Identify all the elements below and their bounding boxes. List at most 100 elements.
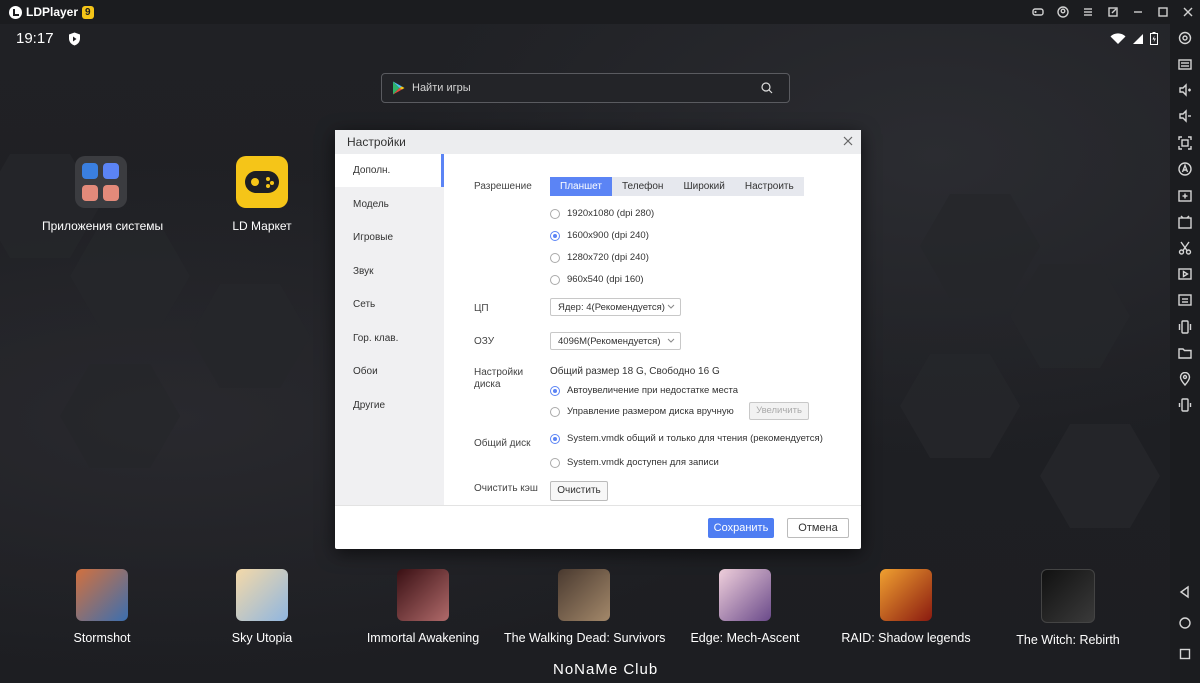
app-label: Sky Utopia	[231, 631, 293, 645]
resolution-option[interactable]: 1920x1080 (dpi 280)	[550, 208, 654, 219]
tab-phone[interactable]: Телефон	[612, 177, 673, 196]
background-hexagon	[1040, 424, 1160, 528]
screenshot-icon[interactable]	[1177, 135, 1193, 151]
volume-up-icon[interactable]	[1177, 82, 1193, 98]
resolution-option[interactable]: 1280x720 (dpi 240)	[550, 252, 649, 263]
location-icon[interactable]	[1177, 371, 1193, 387]
disk-auto-option[interactable]: Автоувеличение при недостатке места	[550, 385, 738, 396]
nav-item-game[interactable]: Игровые	[335, 221, 444, 254]
shield-icon	[69, 32, 80, 46]
nav-item-network[interactable]: Сеть	[335, 288, 444, 321]
radio-button[interactable]	[550, 252, 560, 263]
folder-icon[interactable]	[1177, 345, 1193, 361]
status-icons	[1110, 32, 1158, 45]
dock-app-witch-rebirth[interactable]: The Witch: Rebirth	[988, 569, 1148, 647]
watermark: NoNaMe Club	[553, 661, 659, 678]
keyboard-icon[interactable]	[1177, 56, 1193, 72]
search-icon[interactable]	[761, 82, 773, 94]
dock-app-walking-dead[interactable]: The Walking Dead: Survivors	[504, 569, 666, 645]
menu-icon[interactable]	[1075, 0, 1100, 24]
dock-app-raid[interactable]: RAID: Shadow legends	[826, 569, 986, 645]
operation-record-icon[interactable]	[1177, 161, 1193, 177]
volume-down-icon[interactable]	[1177, 108, 1193, 124]
app-label: Stormshot	[73, 631, 131, 645]
resolution-option[interactable]: 960x540 (dpi 160)	[550, 274, 644, 285]
right-toolbar	[1170, 24, 1200, 683]
dock-app-sky-utopia[interactable]: Sky Utopia	[182, 569, 342, 645]
nav-item-sound[interactable]: Звук	[335, 255, 444, 288]
nav-item-wallpaper[interactable]: Обои	[335, 355, 444, 388]
tab-wide[interactable]: Широкий	[673, 177, 734, 196]
account-icon[interactable]	[1050, 0, 1075, 24]
resolution-option[interactable]: 1600x900 (dpi 240)	[550, 230, 649, 241]
radio-button[interactable]	[550, 230, 560, 241]
ld-market-app[interactable]: LD Маркет	[210, 156, 314, 233]
app-label: Приложения системы	[42, 219, 164, 233]
nav-item-advanced[interactable]: Дополн.	[335, 154, 444, 187]
ram-select[interactable]: 4096M(Рекомендуется)	[550, 332, 681, 350]
battery-icon	[1150, 32, 1158, 45]
gamepad-icon[interactable]	[1025, 0, 1050, 24]
ram-value: 4096M(Рекомендуется)	[558, 336, 661, 347]
increase-disk-button[interactable]: Увеличить	[749, 402, 809, 420]
radio-button[interactable]	[550, 406, 560, 417]
dock-app-edge-mech-ascent[interactable]: Edge: Mech-Ascent	[665, 569, 825, 645]
shared-writable-option[interactable]: System.vmdk доступен для записи	[550, 457, 719, 468]
video-record-icon[interactable]	[1177, 266, 1193, 282]
popout-icon[interactable]	[1100, 0, 1125, 24]
recent-apps-icon[interactable]	[1177, 646, 1193, 662]
disk-manual-option[interactable]: Управление размером диска вручную	[550, 406, 734, 417]
nav-item-hotkeys[interactable]: Гор. клав.	[335, 322, 444, 355]
tab-tablet[interactable]: Планшет	[550, 177, 612, 196]
rotate-icon[interactable]	[1177, 397, 1193, 413]
system-apps-folder[interactable]: Приложения системы	[42, 156, 164, 233]
settings-gear-icon[interactable]	[1177, 30, 1193, 46]
option-label: 960x540 (dpi 160)	[567, 274, 644, 285]
option-label: 1920x1080 (dpi 280)	[567, 208, 655, 219]
google-play-icon	[393, 81, 405, 95]
clear-cache-label: Очистить кэш	[474, 483, 538, 494]
home-icon[interactable]	[1177, 615, 1193, 631]
dialog-header: Настройки	[335, 130, 861, 154]
dock-app-stormshot[interactable]: Stormshot	[22, 569, 182, 645]
option-label: System.vmdk общий и только для чтения (р…	[567, 433, 823, 444]
option-label: Автоувеличение при недостатке места	[567, 385, 739, 396]
immortal-awakening-icon	[397, 569, 449, 621]
minimize-icon[interactable]	[1125, 0, 1150, 24]
radio-button[interactable]	[550, 274, 560, 285]
back-icon[interactable]	[1177, 584, 1193, 600]
scissors-icon[interactable]	[1177, 240, 1193, 256]
dialog-footer: Сохранить Отмена	[335, 505, 861, 550]
close-icon[interactable]	[1175, 0, 1200, 24]
option-label: System.vmdk доступен для записи	[567, 457, 719, 468]
shared-readonly-option[interactable]: System.vmdk общий и только для чтения (р…	[550, 433, 823, 444]
add-app-icon[interactable]	[1177, 187, 1193, 203]
clear-cache-button[interactable]: Очистить	[550, 481, 608, 501]
nav-item-other[interactable]: Другие	[335, 389, 444, 422]
background-hexagon	[920, 194, 1040, 298]
search-placeholder: Найти игры	[412, 82, 471, 94]
cpu-select[interactable]: Ядер: 4(Рекомендуется)	[550, 298, 681, 316]
sync-icon[interactable]	[1177, 292, 1193, 308]
radio-button[interactable]	[550, 208, 560, 219]
dock-app-immortal-awakening[interactable]: Immortal Awakening	[343, 569, 503, 645]
nav-item-model[interactable]: Модель	[335, 188, 444, 221]
app-label: The Witch: Rebirth	[1016, 633, 1120, 647]
cancel-button[interactable]: Отмена	[787, 518, 849, 538]
app-label: The Walking Dead: Survivors	[504, 631, 666, 645]
wifi-icon	[1110, 32, 1126, 44]
fps-icon[interactable]	[1177, 214, 1193, 230]
option-label: 1600x900 (dpi 240)	[567, 230, 649, 241]
radio-button[interactable]	[550, 433, 560, 444]
radio-button[interactable]	[550, 385, 560, 396]
maximize-icon[interactable]	[1150, 0, 1175, 24]
save-button[interactable]: Сохранить	[708, 518, 774, 538]
game-search-bar[interactable]: Найти игры	[381, 73, 790, 103]
radio-button[interactable]	[550, 457, 560, 468]
ldplayer-logo-icon	[9, 5, 22, 19]
resolution-label: Разрешение	[474, 181, 532, 192]
tab-custom[interactable]: Настроить	[735, 177, 804, 196]
close-icon[interactable]	[841, 134, 855, 148]
shared-disk-label: Общий диск	[474, 438, 531, 449]
shake-icon[interactable]	[1177, 319, 1193, 335]
